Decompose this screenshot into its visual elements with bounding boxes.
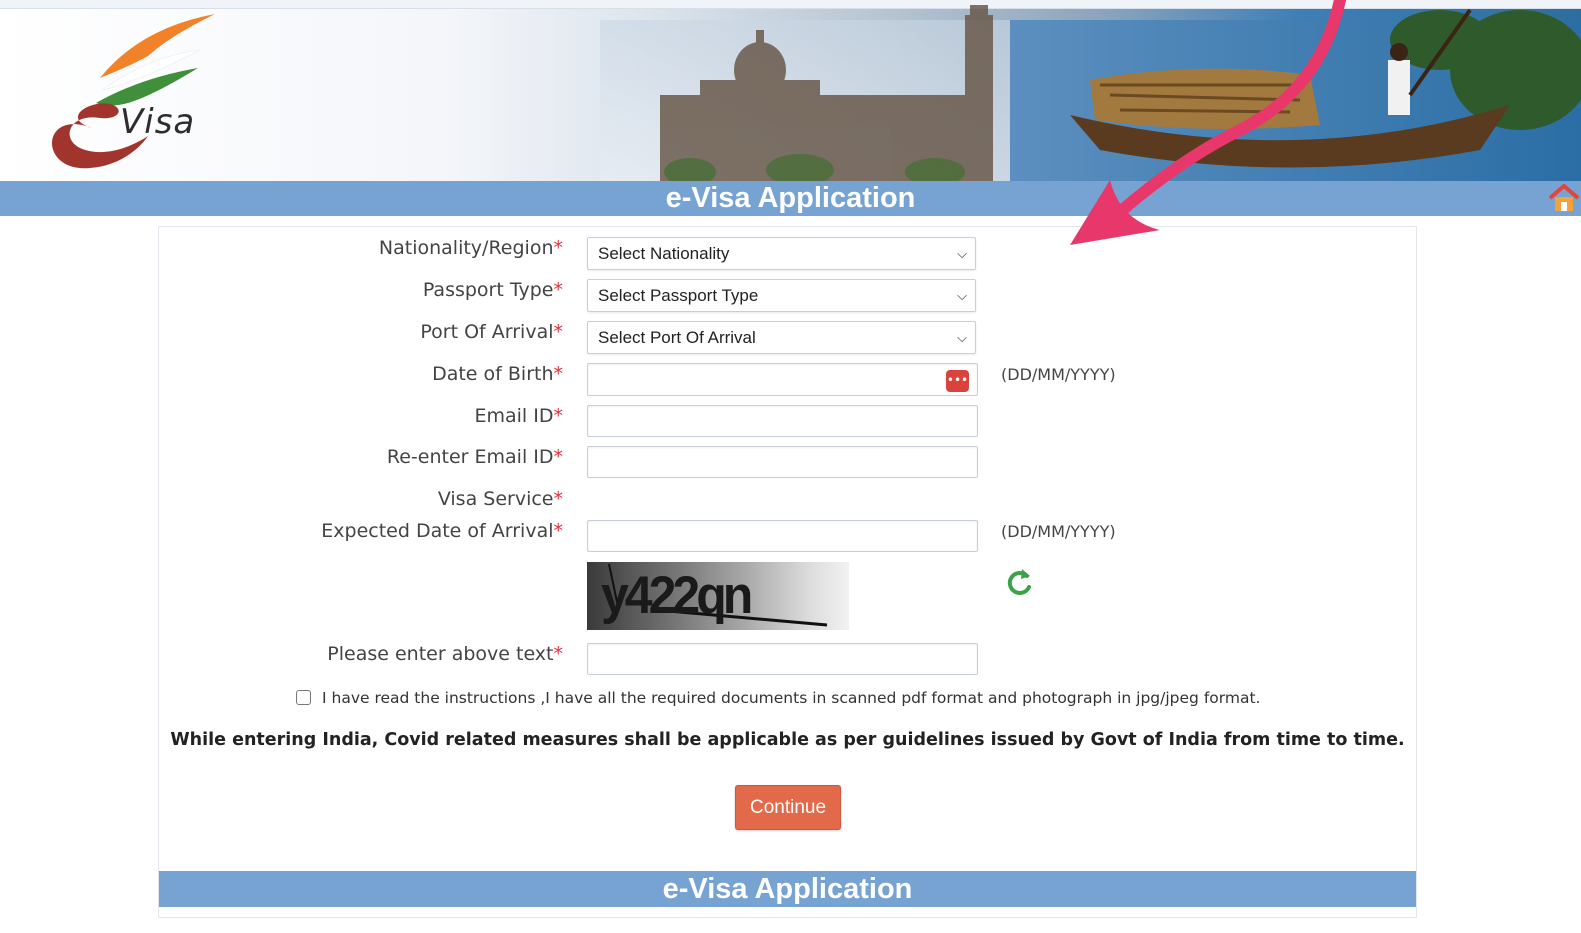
required-mark: * <box>553 363 564 385</box>
port-of-arrival-label: Port Of Arrival* <box>420 321 564 343</box>
expected-arrival-label: Expected Date of Arrival* <box>321 520 564 542</box>
captcha-image: y422qn <box>587 562 849 630</box>
email-field[interactable] <box>587 405 978 437</box>
required-mark: * <box>553 520 564 542</box>
date-format-hint: (DD/MM/YYYY) <box>1001 522 1116 541</box>
nationality-label: Nationality/Region* <box>378 237 564 259</box>
nationality-select-value: Select Nationality <box>598 244 730 263</box>
agreement-checkbox[interactable] <box>296 690 311 705</box>
required-mark: * <box>553 405 564 427</box>
required-mark: * <box>553 488 564 510</box>
footer-title-bar: e-Visa Application <box>159 871 1416 907</box>
header-banner: Visa <box>0 0 1581 181</box>
port-of-arrival-select-value: Select Port Of Arrival <box>598 328 756 347</box>
expected-arrival-input[interactable] <box>587 520 978 552</box>
chevron-down-icon: ⌵ <box>957 288 967 303</box>
required-mark: * <box>553 237 564 259</box>
required-mark: * <box>553 643 564 665</box>
email-confirm-field[interactable] <box>587 446 978 478</box>
application-form: Nationality/Region* Select Nationality ⌵… <box>158 226 1417 918</box>
banner-scenery-image <box>600 5 1581 181</box>
page-title: e-Visa Application <box>665 182 916 214</box>
captcha-text: y422qn <box>601 565 753 625</box>
port-of-arrival-select[interactable]: Select Port Of Arrival ⌵ <box>587 321 976 354</box>
refresh-icon[interactable] <box>1005 567 1035 599</box>
footer-title: e-Visa Application <box>662 873 913 905</box>
evisa-logo <box>51 14 215 169</box>
home-icon[interactable] <box>1547 182 1581 214</box>
passport-type-label: Passport Type* <box>422 279 564 301</box>
required-mark: * <box>553 279 564 301</box>
continue-button[interactable]: Continue <box>735 785 841 830</box>
chevron-down-icon: ⌵ <box>957 330 967 345</box>
agreement-text: I have read the instructions ,I have all… <box>322 689 1261 707</box>
passport-type-select[interactable]: Select Passport Type ⌵ <box>587 279 976 312</box>
nationality-select[interactable]: Select Nationality ⌵ <box>587 237 976 270</box>
required-mark: * <box>553 446 564 468</box>
email-confirm-label: Re-enter Email ID* <box>386 446 564 468</box>
agreement-row: I have read the instructions ,I have all… <box>296 687 1396 713</box>
calendar-icon[interactable]: ••• <box>946 370 969 392</box>
email-label: Email ID* <box>474 405 564 427</box>
date-of-birth-label: Date of Birth* <box>432 363 564 385</box>
passport-type-select-value: Select Passport Type <box>598 286 759 305</box>
captcha-input[interactable] <box>587 643 978 675</box>
chevron-down-icon: ⌵ <box>957 246 967 261</box>
visa-service-label: Visa Service* <box>437 488 564 510</box>
date-of-birth-input[interactable]: ••• <box>587 363 978 396</box>
logo-text: Visa <box>120 102 196 142</box>
date-format-hint: (DD/MM/YYYY) <box>1001 365 1116 384</box>
required-mark: * <box>553 321 564 343</box>
captcha-label: Please enter above text* <box>327 643 564 665</box>
covid-notice: While entering India, Covid related meas… <box>170 730 1405 750</box>
page-title-bar: e-Visa Application <box>0 181 1581 216</box>
